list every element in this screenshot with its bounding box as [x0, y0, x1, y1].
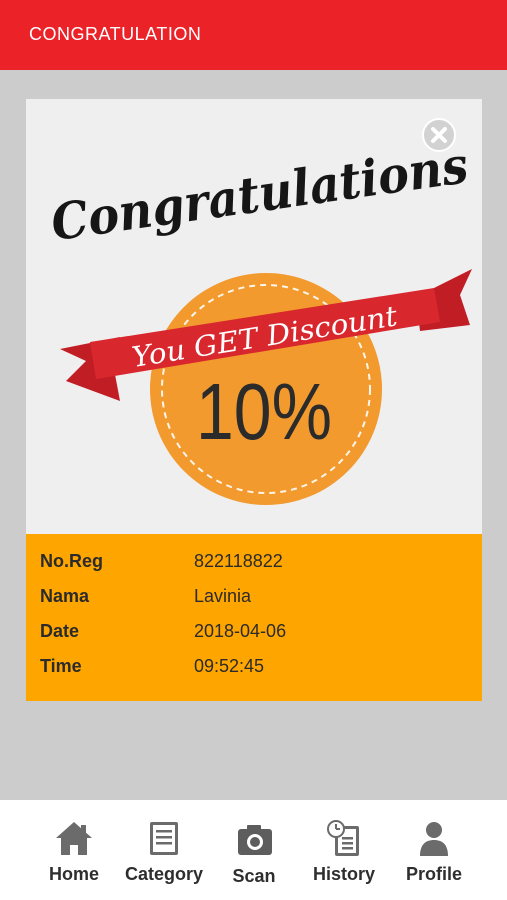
- app-bar: CONGRATULATION: [0, 0, 507, 70]
- nav-label-profile: Profile: [405, 864, 462, 884]
- nav-item-category[interactable]: Category: [119, 800, 209, 900]
- nav-label-scan: Scan: [232, 866, 276, 886]
- nav-item-profile[interactable]: Profile: [389, 800, 479, 900]
- home-icon: [56, 822, 92, 855]
- congratulation-card: Congratulations You GET Discount 10% No.…: [26, 99, 482, 701]
- detail-value: 09:52:45: [194, 656, 265, 676]
- person-icon: [420, 822, 448, 856]
- nav-item-home[interactable]: Home: [29, 800, 119, 900]
- nav-label-category: Category: [124, 864, 204, 884]
- nav-item-scan[interactable]: Scan: [209, 800, 299, 900]
- history-icon: [327, 820, 359, 856]
- nav-label-home: Home: [48, 864, 99, 884]
- detail-row-time: Time 09:52:45: [26, 652, 482, 682]
- detail-value: 2018-04-06: [194, 621, 287, 641]
- detail-row-name: Nama Lavinia: [26, 582, 482, 612]
- detail-row-registration: No.Reg 822118822: [26, 547, 482, 577]
- bottom-navigation: Home Category Scan History Profile: [0, 800, 507, 900]
- app-bar-title: CONGRATULATION: [29, 24, 202, 44]
- detail-row-date: Date 2018-04-06: [26, 617, 482, 647]
- detail-label: Time: [40, 656, 82, 676]
- detail-label: Nama: [40, 586, 90, 606]
- detail-value: Lavinia: [194, 586, 252, 606]
- registration-details: No.Reg 822118822 Nama Lavinia Date 2018-…: [26, 534, 482, 701]
- close-button[interactable]: [422, 118, 456, 152]
- close-icon: [431, 127, 447, 143]
- congratulations-banner: Congratulations You GET Discount 10%: [26, 99, 482, 534]
- detail-label: Date: [40, 621, 80, 641]
- camera-icon: [238, 825, 272, 855]
- detail-label: No.Reg: [40, 551, 103, 571]
- discount-value: 10%: [196, 367, 332, 456]
- congratulations-heading: Congratulations: [48, 135, 472, 252]
- detail-value: 822118822: [194, 551, 283, 571]
- nav-item-history[interactable]: History: [299, 800, 389, 900]
- document-icon: [150, 822, 178, 855]
- nav-label-history: History: [312, 864, 375, 884]
